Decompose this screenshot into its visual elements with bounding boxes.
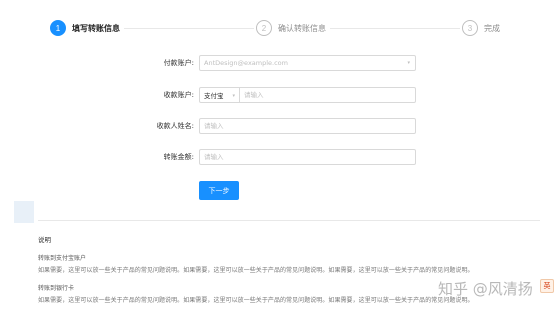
payee-name-field	[199, 118, 416, 134]
amount-input[interactable]	[200, 153, 415, 161]
steps-bar: 1 填写转账信息 2 确认转账信息 3 完成	[50, 18, 510, 38]
decorative-block	[14, 201, 34, 223]
payee-account-group: 支付宝 ▾	[199, 87, 416, 103]
help-section-1-text: 如果需要，这里可以放一些关于产品的常见问题说明。如果需要，这里可以放一些关于产品…	[38, 267, 474, 274]
step-3-number: 3	[462, 20, 478, 36]
payee-account-label: 收款账户:	[163, 91, 194, 99]
step-1-title: 填写转账信息	[72, 23, 120, 33]
step-3-title: 完成	[484, 23, 500, 33]
watermark: 知乎 @风清扬	[438, 280, 533, 298]
payer-account-label: 付款账户:	[163, 59, 194, 67]
payee-method-value: 支付宝	[204, 92, 224, 100]
help-title: 说明	[38, 236, 51, 244]
step-connector-1	[124, 28, 254, 29]
payee-name-label: 收款人姓名:	[156, 122, 194, 130]
payee-account-input[interactable]	[240, 91, 415, 99]
amount-row: 转账金额:	[0, 149, 554, 165]
step-2-title: 确认转账信息	[278, 23, 326, 33]
payer-account-row: 付款账户: ▾	[0, 55, 554, 71]
payer-account-select[interactable]: ▾	[199, 55, 416, 71]
amount-label: 转账金额:	[163, 153, 194, 161]
step-connector-2	[330, 28, 460, 29]
amount-field	[199, 149, 416, 165]
payee-name-input[interactable]	[200, 122, 415, 130]
payee-name-row: 收款人姓名:	[0, 118, 554, 134]
chevron-down-icon: ▾	[407, 60, 410, 66]
payer-account-value[interactable]	[200, 59, 415, 67]
step-1-number: 1	[50, 20, 66, 36]
step-2: 2 确认转账信息	[256, 18, 326, 38]
step-2-number: 2	[256, 20, 272, 36]
payee-account-row: 收款账户: 支付宝 ▾	[0, 87, 554, 103]
divider	[38, 220, 540, 221]
next-step-button[interactable]: 下一步	[199, 181, 239, 200]
ime-badge: 英	[540, 279, 554, 293]
payee-method-select[interactable]: 支付宝 ▾	[200, 88, 240, 102]
step-1: 1 填写转账信息	[50, 18, 120, 38]
chevron-down-icon: ▾	[232, 93, 235, 99]
step-3: 3 完成	[462, 18, 500, 38]
help-section: 说明 转账到支付宝账户 如果需要，这里可以放一些关于产品的常见问题说明。如果需要…	[38, 234, 538, 313]
help-section-1-title: 转账到支付宝账户	[38, 255, 87, 262]
